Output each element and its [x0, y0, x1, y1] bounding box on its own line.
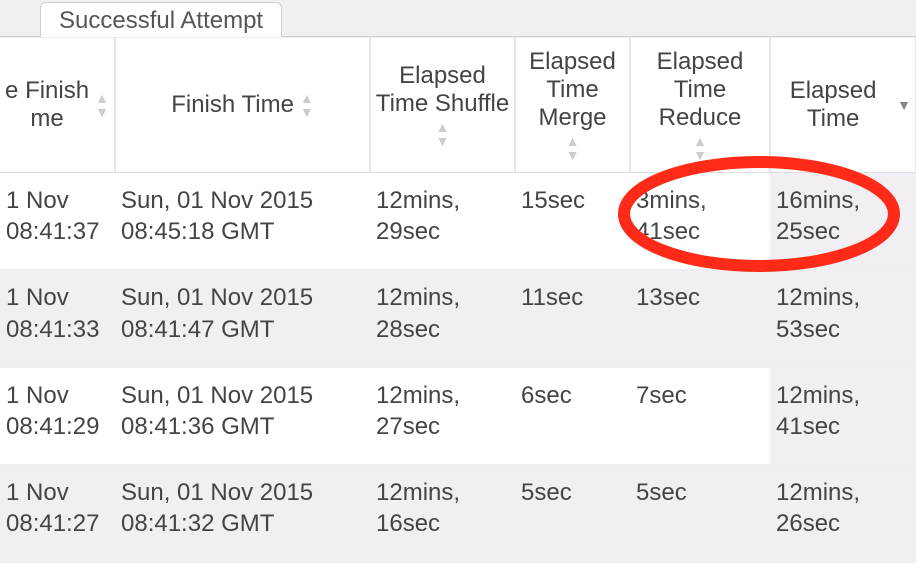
col-elapsed-reduce[interactable]: Elapsed Time Reduce ▲▼ [630, 38, 770, 173]
sort-icon[interactable]: ▲▼ [436, 120, 450, 148]
sort-icon[interactable]: ▲▼ [693, 134, 707, 162]
cell-finish: Sun, 01 Nov 2015 08:41:32 GMT [115, 465, 370, 562]
cell-shuffle: 12mins, 29sec [370, 173, 515, 270]
cell-elapsed: 12mins, 26sec [770, 465, 916, 562]
col-merge-finish-time[interactable]: e Finish me ▲▼ [0, 38, 115, 173]
attempts-table: e Finish me ▲▼ Finish Time ▲▼ Elapsed Ti… [0, 37, 916, 563]
col-finish-time[interactable]: Finish Time ▲▼ [115, 38, 370, 173]
cell-merge: 5sec [515, 465, 630, 562]
cell-finish: Sun, 01 Nov 2015 08:41:36 GMT [115, 367, 370, 464]
cell-merge: 15sec [515, 173, 630, 270]
col-label: Elapsed Time [775, 77, 891, 133]
cell-merge-finish: 1 Nov 08:41:29 [0, 367, 115, 464]
tab-successful-attempt[interactable]: Successful Attempt [40, 2, 282, 37]
cell-elapsed: 12mins, 41sec [770, 367, 916, 464]
col-elapsed-shuffle[interactable]: Elapsed Time Shuffle ▲▼ [370, 38, 515, 173]
table-row: 1 Nov 08:41:27 Sun, 01 Nov 2015 08:41:32… [0, 465, 916, 562]
cell-finish: Sun, 01 Nov 2015 08:45:18 GMT [115, 173, 370, 270]
sort-icon[interactable]: ▲▼ [566, 134, 580, 162]
cell-shuffle: 12mins, 16sec [370, 465, 515, 562]
table-header-row: e Finish me ▲▼ Finish Time ▲▼ Elapsed Ti… [0, 38, 916, 173]
col-label: Elapsed Time Shuffle [375, 62, 510, 118]
cell-merge-finish: 1 Nov 08:41:27 [0, 465, 115, 562]
col-label: Elapsed Time Reduce [635, 48, 765, 132]
col-elapsed-time[interactable]: Elapsed Time ▼ [770, 38, 916, 173]
table-row: 1 Nov 08:41:29 Sun, 01 Nov 2015 08:41:36… [0, 367, 916, 464]
cell-reduce: 7sec [630, 367, 770, 464]
cell-elapsed: 16mins, 25sec [770, 173, 916, 270]
col-elapsed-merge[interactable]: Elapsed Time Merge ▲▼ [515, 38, 630, 173]
table-row: 1 Nov 08:41:37 Sun, 01 Nov 2015 08:45:18… [0, 173, 916, 270]
sort-icon[interactable]: ▲▼ [95, 91, 109, 119]
col-label: e Finish me [5, 77, 89, 133]
cell-reduce: 3mins, 41sec [630, 173, 770, 270]
cell-reduce: 5sec [630, 465, 770, 562]
col-label: Finish Time [171, 91, 294, 119]
cell-merge-finish: 1 Nov 08:41:33 [0, 270, 115, 367]
cell-shuffle: 12mins, 27sec [370, 367, 515, 464]
sort-icon[interactable]: ▼ [897, 98, 911, 112]
table-row: 1 Nov 08:41:33 Sun, 01 Nov 2015 08:41:47… [0, 270, 916, 367]
cell-merge: 11sec [515, 270, 630, 367]
cell-reduce: 13sec [630, 270, 770, 367]
cell-elapsed: 12mins, 53sec [770, 270, 916, 367]
cell-merge-finish: 1 Nov 08:41:37 [0, 173, 115, 270]
col-label: Elapsed Time Merge [520, 48, 625, 132]
sort-icon[interactable]: ▲▼ [300, 91, 314, 119]
tab-bar: Successful Attempt [0, 0, 916, 37]
cell-shuffle: 12mins, 28sec [370, 270, 515, 367]
cell-finish: Sun, 01 Nov 2015 08:41:47 GMT [115, 270, 370, 367]
cell-merge: 6sec [515, 367, 630, 464]
